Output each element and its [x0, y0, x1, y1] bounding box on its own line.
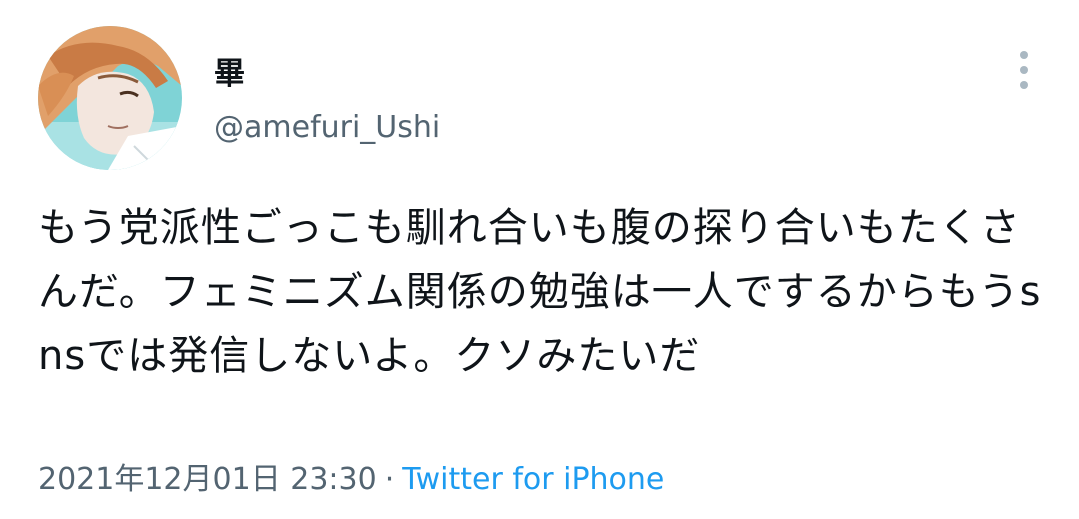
- more-dot: [1020, 66, 1028, 74]
- user-handle[interactable]: @amefuri_Ushi: [214, 108, 440, 148]
- meta-separator: ·: [384, 462, 395, 497]
- tweet-meta: 2021年12月01日 23:30 · Twitter for iPhone: [38, 460, 664, 500]
- more-options-icon[interactable]: [1004, 46, 1044, 94]
- tweet-timestamp[interactable]: 2021年12月01日 23:30: [38, 462, 377, 497]
- avatar-image: [38, 26, 182, 170]
- more-dot: [1020, 51, 1028, 59]
- tweet-text: もう党派性ごっこも馴れ合いも腹の探り合いもたくさんだ。フェミニズム関係の勉強は一…: [38, 205, 1042, 379]
- more-dot: [1020, 81, 1028, 89]
- display-name[interactable]: 畢: [214, 54, 245, 94]
- tweet-source-link[interactable]: Twitter for iPhone: [402, 462, 664, 497]
- avatar[interactable]: [38, 26, 182, 170]
- tweet-card: 畢 @amefuri_Ushi もう党派性ごっこも馴れ合いも腹の探り合いもたくさ…: [0, 0, 1079, 519]
